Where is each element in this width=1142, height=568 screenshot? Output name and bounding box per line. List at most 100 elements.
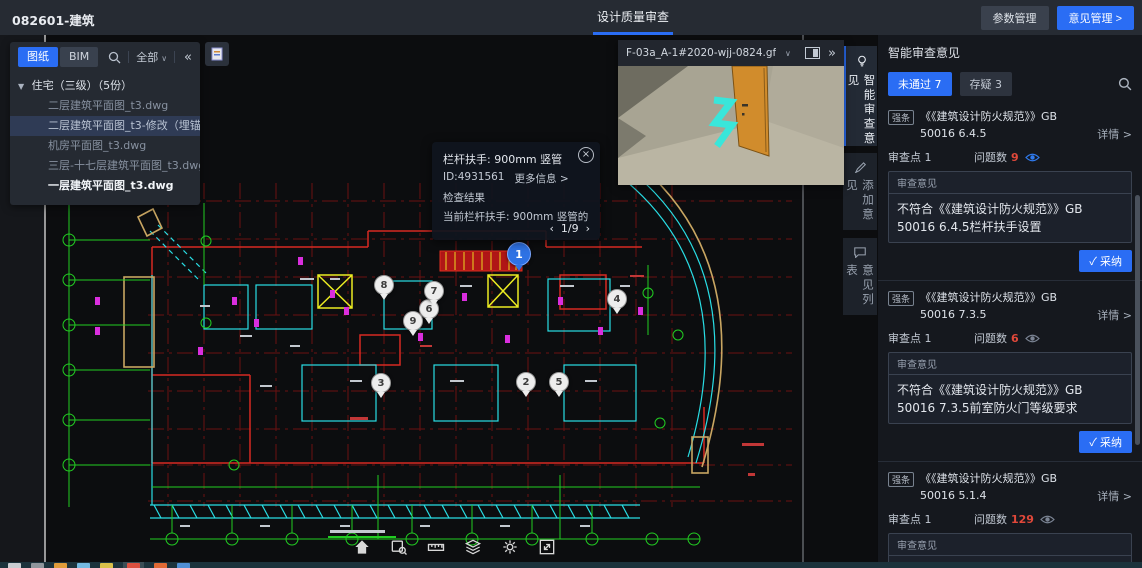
fullscreen-button[interactable]: [535, 535, 559, 559]
taskbar-icon[interactable]: [31, 563, 44, 568]
model-select[interactable]: F-03a_A-1#2020-wjj-0824.gfc: [626, 47, 776, 59]
zoom-window-button[interactable]: [387, 535, 411, 559]
next-page-icon[interactable]: ›: [586, 222, 590, 235]
search-icon[interactable]: [108, 51, 121, 64]
rule-title: 《《建筑设计防火规范》》GB 50016 5.1.4: [920, 471, 1091, 504]
side-tab-add-opinion[interactable]: 添加意见: [843, 153, 877, 230]
tab-failed[interactable]: 未通过 7: [888, 72, 952, 96]
check-icon: ✓: [1089, 437, 1097, 449]
review-card: 强条 《《建筑设计防火规范》》GB 50016 7.3.5 详情 > 审查点 1…: [878, 281, 1142, 461]
taskbar-icon[interactable]: [177, 563, 190, 568]
file-tree: ▼ 住宅（三级）（5份） 二层建筑平面图_t3.dwg 二层建筑平面图_t3-修…: [10, 72, 200, 196]
file-item-selected[interactable]: 二层建筑平面图_t3-修改（埋锚门，窗...: [10, 116, 200, 136]
layers-button[interactable]: [461, 535, 485, 559]
more-info-link[interactable]: 更多信息 >: [514, 171, 568, 186]
expand-viewer-icon[interactable]: »: [828, 46, 836, 61]
issue-pin-1[interactable]: 1: [507, 242, 531, 266]
bulb-icon: [855, 55, 869, 68]
issue-tooltip: × 栏杆扶手: 900mm 竖管 ID:4931561 更多信息 > 检查结果 …: [432, 142, 600, 240]
accept-button[interactable]: ✓ 采纳: [1079, 250, 1132, 272]
chevron-down-icon: ∨: [161, 54, 167, 63]
issue-pin-2[interactable]: 2: [516, 372, 536, 392]
opinion-box-title: 审查意见: [889, 534, 1131, 556]
taskbar-icon[interactable]: [154, 563, 167, 568]
tooltip-element-id: ID:4931561: [443, 171, 504, 186]
file-item[interactable]: 三层-十七层建筑平面图_t3.dwg: [10, 156, 200, 176]
comment-icon: [853, 247, 867, 258]
tooltip-result-label: 检查结果: [443, 190, 589, 205]
taskbar-icon[interactable]: [54, 563, 67, 568]
issue-pin-5[interactable]: 5: [549, 372, 569, 392]
measure-button[interactable]: [424, 535, 448, 559]
issue-pin-3[interactable]: 3: [371, 373, 391, 393]
eye-icon[interactable]: [1040, 514, 1055, 525]
detail-link[interactable]: 详情 >: [1097, 488, 1132, 504]
home-view-button[interactable]: [350, 535, 374, 559]
topbar-actions: 参数管理 意见管理 >: [981, 6, 1134, 30]
tab-design-quality-review[interactable]: 设计质量审查: [585, 0, 681, 35]
file-item[interactable]: 二层建筑平面图_t3.dwg: [10, 96, 200, 116]
prev-page-icon[interactable]: ‹: [549, 222, 553, 235]
issue-count: 129: [1011, 513, 1034, 526]
taskbar-icon-active[interactable]: [123, 562, 144, 568]
issue-count-label: 问题数: [974, 330, 1007, 346]
issue-pin-4[interactable]: 4: [607, 289, 627, 309]
opinion-text: 不符合《《建筑设计防火规范》》GB 50016 6.4.5栏杆扶手设置: [889, 194, 1131, 242]
top-bar: 082601-建筑 设计质量审查 参数管理 意见管理 >: [0, 0, 1142, 35]
tab-drawings[interactable]: 图纸: [18, 47, 58, 67]
side-tab-opinion-list[interactable]: 意见列表: [843, 238, 877, 315]
filter-all-dropdown[interactable]: 全部∨: [136, 49, 167, 65]
settings-button[interactable]: [498, 535, 522, 559]
rule-title: 《《建筑设计防火规范》》GB 50016 6.4.5: [920, 109, 1091, 142]
sheet-thumbnail-button[interactable]: [205, 42, 229, 66]
mandatory-badge: 强条: [888, 291, 914, 306]
mandatory-badge: 强条: [888, 110, 914, 125]
smart-review-panel: 智能审查意见 未通过 7 存疑 3 强条 《《建筑设计防火规范》》GB 5001…: [878, 35, 1142, 568]
chevron-down-icon[interactable]: ∨: [785, 49, 791, 58]
rule-title: 《《建筑设计防火规范》》GB 50016 7.3.5: [920, 290, 1091, 323]
taskbar-icon[interactable]: [77, 563, 90, 568]
issue-count: 9: [1011, 151, 1019, 164]
review-card: 强条 《《建筑设计防火规范》》GB 50016 5.1.4 详情 > 审查点 1…: [878, 462, 1142, 568]
divider: [174, 51, 175, 63]
review-point: 审查点 1: [888, 511, 974, 527]
model-viewer: F-03a_A-1#2020-wjj-0824.gfc ∨ »: [618, 40, 844, 185]
model-3d-view[interactable]: [618, 66, 844, 185]
split-view-icon[interactable]: [805, 47, 820, 59]
issue-pin-7[interactable]: 7: [424, 281, 444, 301]
os-taskbar[interactable]: [0, 562, 1142, 568]
issue-pin-9[interactable]: 9: [403, 311, 423, 331]
taskbar-icon[interactable]: [8, 563, 21, 568]
scrollbar-thumb[interactable]: [1135, 195, 1140, 445]
review-panel-title: 智能审查意见: [888, 44, 1132, 61]
accept-button[interactable]: ✓ 采纳: [1079, 431, 1132, 453]
opinion-box: 审查意见 不符合《《建筑设计防火规范》》GB 50016 7.3.5前室防火门等…: [888, 352, 1132, 424]
review-point: 审查点 1: [888, 149, 974, 165]
eye-icon[interactable]: [1025, 333, 1040, 344]
close-icon[interactable]: ×: [578, 147, 594, 163]
file-item[interactable]: 机房平面图_t3.dwg: [10, 136, 200, 156]
tab-bim[interactable]: BIM: [60, 47, 98, 67]
side-tab-smart-review[interactable]: 智能审查意见: [843, 46, 877, 146]
taskbar-icon[interactable]: [100, 563, 113, 568]
opinion-box: 审查意见 不符合《《建筑设计防火规范》》GB 50016 6.4.5栏杆扶手设置: [888, 171, 1132, 243]
opinion-box-title: 审查意见: [889, 353, 1131, 375]
issue-pin-8[interactable]: 8: [374, 275, 394, 295]
collapse-panel-icon[interactable]: «: [184, 50, 192, 65]
issue-count-label: 问题数: [974, 511, 1007, 527]
param-manage-button[interactable]: 参数管理: [981, 6, 1049, 30]
search-icon[interactable]: [1118, 77, 1132, 91]
canvas-toolbar: [350, 535, 559, 559]
detail-link[interactable]: 详情 >: [1097, 307, 1132, 323]
opinion-text: 不符合《《建筑设计防火规范》》GB 50016 7.3.5前室防火门等级要求: [889, 375, 1131, 423]
drawing-list-panel: 图纸 BIM 全部∨ « ▼ 住宅（三级）（5份） 二层建筑平面图_t3.dwg…: [10, 42, 200, 205]
opinion-manage-button[interactable]: 意见管理 >: [1057, 6, 1134, 30]
detail-link[interactable]: 详情 >: [1097, 126, 1132, 142]
file-item-current[interactable]: 一层建筑平面图_t3.dwg: [10, 176, 200, 196]
drawing-list-header: 图纸 BIM 全部∨ «: [10, 42, 200, 72]
tree-group-residential[interactable]: ▼ 住宅（三级）（5份）: [10, 74, 200, 96]
model-viewer-header: F-03a_A-1#2020-wjj-0824.gfc ∨ »: [618, 40, 844, 66]
tooltip-pager: ‹ 1/9 ›: [549, 222, 590, 235]
eye-icon[interactable]: [1025, 152, 1040, 163]
tab-doubtful[interactable]: 存疑 3: [960, 72, 1013, 96]
